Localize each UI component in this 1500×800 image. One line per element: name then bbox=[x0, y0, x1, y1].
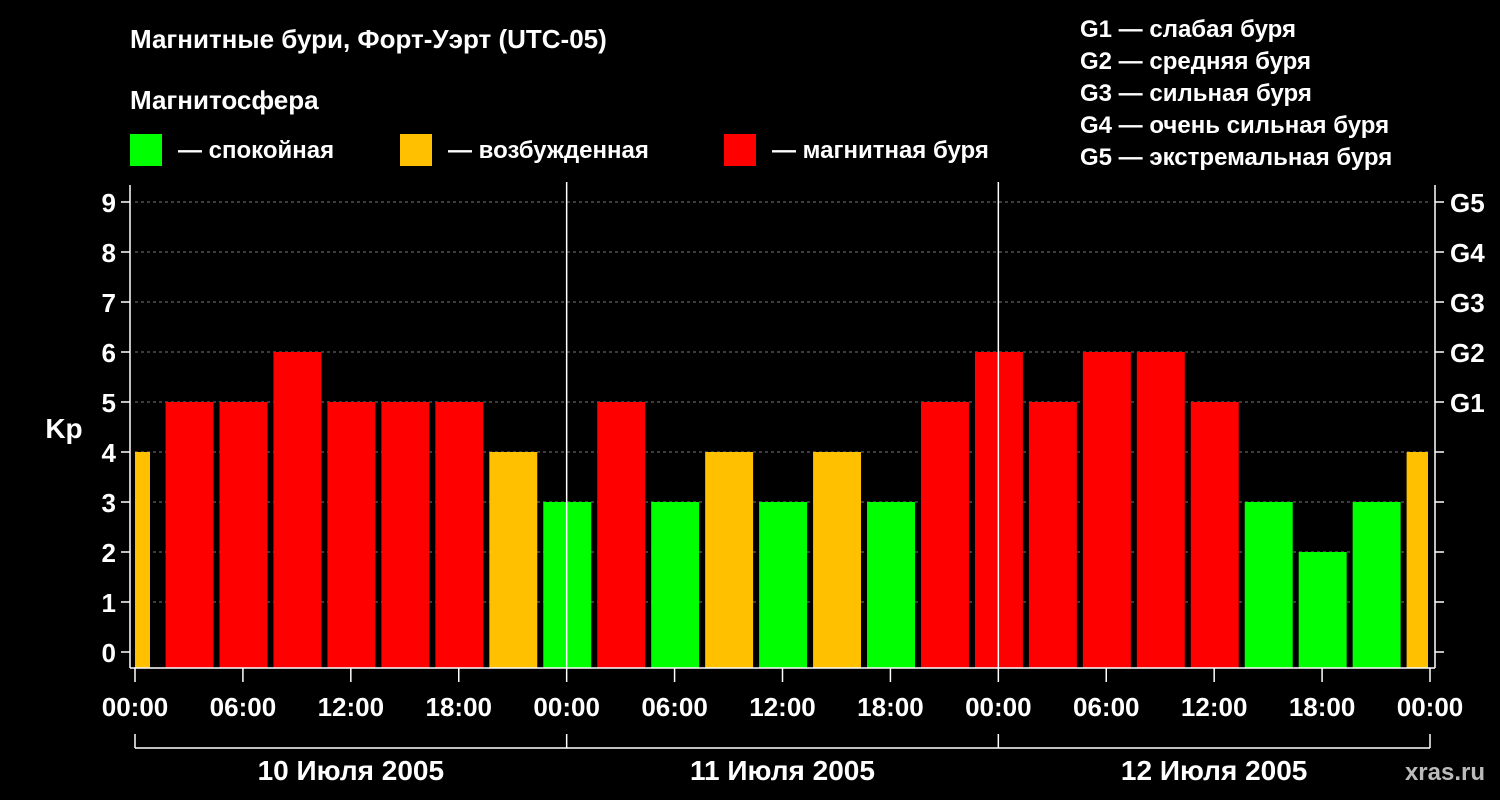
legend-label-active: — возбужденная bbox=[448, 137, 649, 164]
kp-bar bbox=[489, 452, 538, 668]
x-tick-label: 12:00 bbox=[749, 692, 816, 722]
kp-bar bbox=[651, 502, 700, 668]
g-scale-label: G4 bbox=[1450, 238, 1485, 268]
g-scale-label: G5 bbox=[1450, 188, 1485, 218]
kp-bar bbox=[597, 402, 646, 668]
x-tick-label: 12:00 bbox=[318, 692, 385, 722]
chart-title: Магнитные бури, Форт-Уэрт (UTC-05) bbox=[130, 24, 607, 54]
g-legend-g5: G5 — экстремальная буря bbox=[1080, 144, 1392, 171]
g-legend-g1: G1 — слабая буря bbox=[1080, 16, 1296, 43]
kp-bar bbox=[381, 402, 430, 668]
x-tick-label: 18:00 bbox=[426, 692, 493, 722]
x-tick-label: 18:00 bbox=[857, 692, 924, 722]
y-axis-label: Kp bbox=[45, 413, 82, 444]
y-tick-label: 7 bbox=[102, 288, 116, 318]
y-tick-label: 5 bbox=[102, 388, 116, 418]
legend-label-storm: — магнитная буря bbox=[772, 137, 989, 164]
kp-bar bbox=[867, 502, 915, 668]
kp-bar bbox=[705, 452, 754, 668]
g-scale-label: G3 bbox=[1450, 288, 1485, 318]
x-tick-label: 00:00 bbox=[965, 692, 1032, 722]
y-tick-label: 3 bbox=[102, 488, 116, 518]
y-tick-label: 6 bbox=[102, 338, 116, 368]
kp-bar bbox=[1190, 402, 1239, 668]
g-scale-label: G1 bbox=[1450, 388, 1485, 418]
day-label: 10 Июля 2005 bbox=[258, 755, 444, 786]
kp-bar bbox=[813, 452, 862, 668]
kp-bar bbox=[1028, 402, 1077, 668]
legend-swatch-storm bbox=[724, 134, 756, 166]
y-tick-label: 8 bbox=[102, 238, 116, 268]
legend-swatch-quiet bbox=[130, 134, 162, 166]
y-tick-label: 1 bbox=[102, 588, 116, 618]
kp-bar bbox=[1352, 502, 1401, 668]
kp-bar bbox=[435, 402, 484, 668]
kp-chart: Магнитные бури, Форт-Уэрт (UTC-05) Магни… bbox=[45, 16, 1485, 786]
day-label: 11 Июля 2005 bbox=[690, 755, 875, 786]
y-tick-label: 0 bbox=[102, 638, 116, 668]
y-tick-label: 4 bbox=[102, 438, 117, 468]
x-tick-label: 12:00 bbox=[1181, 692, 1248, 722]
x-tick-label: 06:00 bbox=[210, 692, 277, 722]
legend-swatch-active bbox=[400, 134, 432, 166]
y-tick-label: 2 bbox=[102, 538, 116, 568]
kp-bar bbox=[759, 502, 808, 668]
g-scale-label: G2 bbox=[1450, 338, 1485, 368]
x-tick-label: 06:00 bbox=[1073, 692, 1140, 722]
kp-bar bbox=[1136, 352, 1185, 668]
kp-bar bbox=[1298, 552, 1347, 668]
y-tick-label: 9 bbox=[102, 188, 116, 218]
kp-bar bbox=[1244, 502, 1293, 668]
g-legend-g3: G3 — сильная буря bbox=[1080, 80, 1312, 107]
g-legend-g4: G4 — очень сильная буря bbox=[1080, 112, 1389, 139]
legend-heading: Магнитосфера bbox=[130, 85, 319, 115]
x-tick-label: 00:00 bbox=[102, 692, 169, 722]
x-tick-label: 00:00 bbox=[533, 692, 600, 722]
watermark: xras.ru bbox=[1405, 759, 1485, 786]
kp-bar bbox=[920, 402, 969, 668]
g-legend-g2: G2 — средняя буря bbox=[1080, 48, 1311, 75]
bars bbox=[135, 352, 1428, 668]
kp-bar bbox=[1082, 352, 1131, 668]
day-label: 12 Июля 2005 bbox=[1121, 755, 1307, 786]
kp-bar bbox=[273, 352, 322, 668]
x-tick-label: 06:00 bbox=[641, 692, 708, 722]
legend-label-quiet: — спокойная bbox=[178, 137, 334, 164]
kp-bar bbox=[327, 402, 376, 668]
kp-bar bbox=[1406, 452, 1428, 668]
kp-bar bbox=[219, 402, 268, 668]
kp-bar bbox=[135, 452, 150, 668]
x-tick-label: 00:00 bbox=[1397, 692, 1464, 722]
x-tick-label: 18:00 bbox=[1289, 692, 1356, 722]
kp-bar bbox=[165, 402, 214, 668]
